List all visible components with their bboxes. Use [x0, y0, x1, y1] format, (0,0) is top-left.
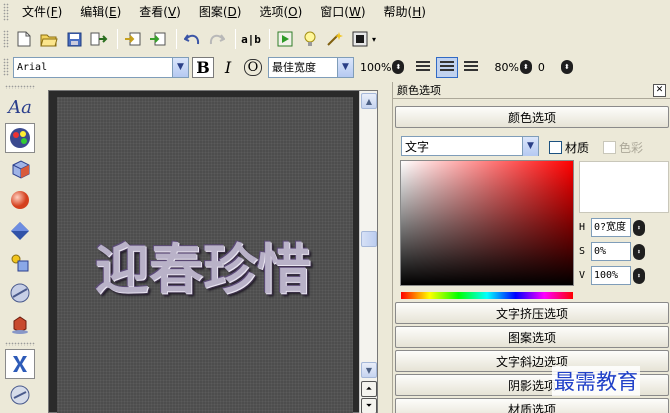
- checkbox-box[interactable]: [549, 141, 562, 154]
- align-right-icon: [464, 61, 479, 73]
- chevron-down-icon[interactable]: ▼: [522, 136, 538, 156]
- watermark: 最需教育: [552, 366, 640, 396]
- scroll-thumb[interactable]: [361, 231, 377, 247]
- spin-arrows-icon[interactable]: ⬍: [560, 60, 573, 74]
- rotate-globe-icon[interactable]: [5, 380, 35, 410]
- wand-icon[interactable]: [324, 28, 346, 50]
- checkbox-box[interactable]: [603, 141, 616, 154]
- zoom-spinner[interactable]: 80% ⬍: [494, 60, 532, 74]
- lighting-globe-icon[interactable]: [5, 278, 35, 308]
- spacing-spinner[interactable]: 0 ⬍: [538, 60, 573, 74]
- tool-palette: Aa: [0, 82, 40, 413]
- bold-button[interactable]: B: [192, 56, 214, 78]
- align-left-icon: [416, 61, 431, 73]
- extrude-options-button[interactable]: 文字挤压选项: [395, 302, 669, 324]
- spin-arrows-icon[interactable]: ⬍: [392, 60, 405, 74]
- redo-icon[interactable]: [206, 28, 228, 50]
- color-checkbox[interactable]: 色彩: [603, 139, 643, 156]
- spin-arrows-icon[interactable]: ⬍: [633, 243, 645, 260]
- page-down-icon[interactable]: ⏷: [361, 398, 377, 413]
- menu-grip[interactable]: [3, 3, 9, 21]
- pattern-options-button[interactable]: 图案选项: [395, 326, 669, 348]
- toolbar-grip[interactable]: [3, 30, 9, 48]
- close-icon[interactable]: ✕: [653, 83, 666, 97]
- menu-edit[interactable]: 编辑(E): [71, 0, 130, 24]
- value-input[interactable]: 100%: [591, 266, 631, 285]
- save-icon[interactable]: [63, 28, 85, 50]
- material-options-button[interactable]: 材质选项: [395, 398, 669, 413]
- menu-file[interactable]: 文件(F): [13, 0, 71, 24]
- italic-button[interactable]: I: [217, 57, 239, 78]
- toolbar-separator: [117, 29, 118, 49]
- canvas-scrollbar[interactable]: ▲ ▼ ⏶ ⏷: [359, 91, 377, 413]
- 3d-text-object[interactable]: 迎春珍惜: [95, 225, 311, 304]
- scroll-down-icon[interactable]: ▼: [361, 362, 377, 378]
- align-left-button[interactable]: [412, 57, 434, 78]
- import-image-icon[interactable]: [147, 28, 169, 50]
- pattern-shapes-icon[interactable]: [5, 247, 35, 277]
- design-canvas[interactable]: 迎春珍惜: [57, 97, 353, 413]
- palette-grip[interactable]: [5, 342, 35, 346]
- saturation-input[interactable]: 0%: [591, 242, 631, 261]
- play-icon[interactable]: [274, 28, 296, 50]
- hue-input[interactable]: 0?宽度: [591, 218, 631, 237]
- menu-options[interactable]: 选项(O): [250, 0, 311, 24]
- new-file-icon[interactable]: [13, 28, 35, 50]
- hue-row: H 0?宽度 ⬍: [579, 218, 645, 237]
- shadow-object-icon[interactable]: [5, 309, 35, 339]
- hue-slider[interactable]: [401, 292, 573, 299]
- color-palette-tool[interactable]: [5, 123, 35, 153]
- material-sphere-icon[interactable]: [5, 185, 35, 215]
- menu-view[interactable]: 查看(V): [130, 0, 190, 24]
- value-row: V 100% ⬍: [579, 266, 645, 285]
- import-icon[interactable]: [122, 28, 144, 50]
- menu-pattern[interactable]: 图案(D): [190, 0, 251, 24]
- display-mode-icon[interactable]: [349, 28, 371, 50]
- page-up-icon[interactable]: ⏶: [361, 381, 377, 397]
- align-center-button[interactable]: [436, 56, 459, 78]
- menu-bar: 文件(F) 编辑(E) 查看(V) 图案(D) 选项(O) 窗口(W) 帮助(H…: [0, 0, 670, 24]
- saturation-row: S 0% ⬍: [579, 242, 645, 261]
- menu-window[interactable]: 窗口(W): [311, 0, 374, 24]
- standard-toolbar: a|b ▾: [0, 24, 670, 54]
- text-tool[interactable]: Aa: [5, 92, 35, 122]
- toolbar-separator: [176, 29, 177, 49]
- menu-help[interactable]: 帮助(H): [375, 0, 435, 24]
- extrude-cube-icon[interactable]: [5, 154, 35, 184]
- toolbar-separator: [269, 29, 270, 49]
- outline-button[interactable]: O: [242, 57, 264, 78]
- close-effects-tool[interactable]: [5, 349, 35, 379]
- undo-icon[interactable]: [181, 28, 203, 50]
- panel-header: 颜色选项 ✕: [393, 82, 670, 99]
- spin-arrows-icon[interactable]: ⬍: [633, 219, 645, 236]
- color-target-select[interactable]: 文字 ▼: [401, 136, 539, 156]
- width-mode-select[interactable]: 最佳宽度 ▼: [268, 56, 354, 78]
- chevron-down-icon[interactable]: ▼: [172, 57, 188, 77]
- font-select[interactable]: Arial ▼: [13, 56, 189, 78]
- spin-arrows-icon[interactable]: ⬍: [519, 60, 532, 74]
- toolbar-separator: [235, 29, 236, 49]
- format-grip[interactable]: [3, 58, 9, 76]
- color-picker-field[interactable]: [401, 161, 573, 285]
- align-center-icon: [440, 61, 455, 73]
- chevron-down-icon[interactable]: ▾: [372, 35, 376, 44]
- color-options-section-button[interactable]: 颜色选项: [395, 106, 669, 128]
- canvas-frame: 迎春珍惜 ▲ ▼ ⏶ ⏷: [48, 90, 378, 413]
- lightbulb-icon[interactable]: [299, 28, 321, 50]
- format-toolbar: Arial ▼ B I O 最佳宽度 ▼ 100% ⬍ 80% ⬍ 0 ⬍: [0, 54, 670, 80]
- align-right-button[interactable]: [460, 57, 482, 78]
- open-folder-icon[interactable]: [38, 28, 60, 50]
- chevron-down-icon[interactable]: ▼: [337, 57, 353, 77]
- panel-title: 颜色选项: [397, 84, 441, 97]
- export-icon[interactable]: [88, 28, 110, 50]
- scale-spinner[interactable]: 100% ⬍: [360, 60, 405, 74]
- color-options-panel: 颜色选项 ✕ 颜色选项 文字 ▼ 材质 色彩 H 0?宽度 ⬍ S 0% ⬍ V…: [392, 82, 670, 413]
- material-checkbox[interactable]: 材质: [549, 139, 589, 156]
- palette-grip[interactable]: [5, 85, 35, 89]
- bevel-diamond-icon[interactable]: [5, 216, 35, 246]
- scroll-up-icon[interactable]: ▲: [361, 93, 377, 109]
- text-edit-button[interactable]: a|b: [240, 28, 262, 50]
- color-preview: [579, 161, 669, 213]
- spin-arrows-icon[interactable]: ⬍: [633, 267, 645, 284]
